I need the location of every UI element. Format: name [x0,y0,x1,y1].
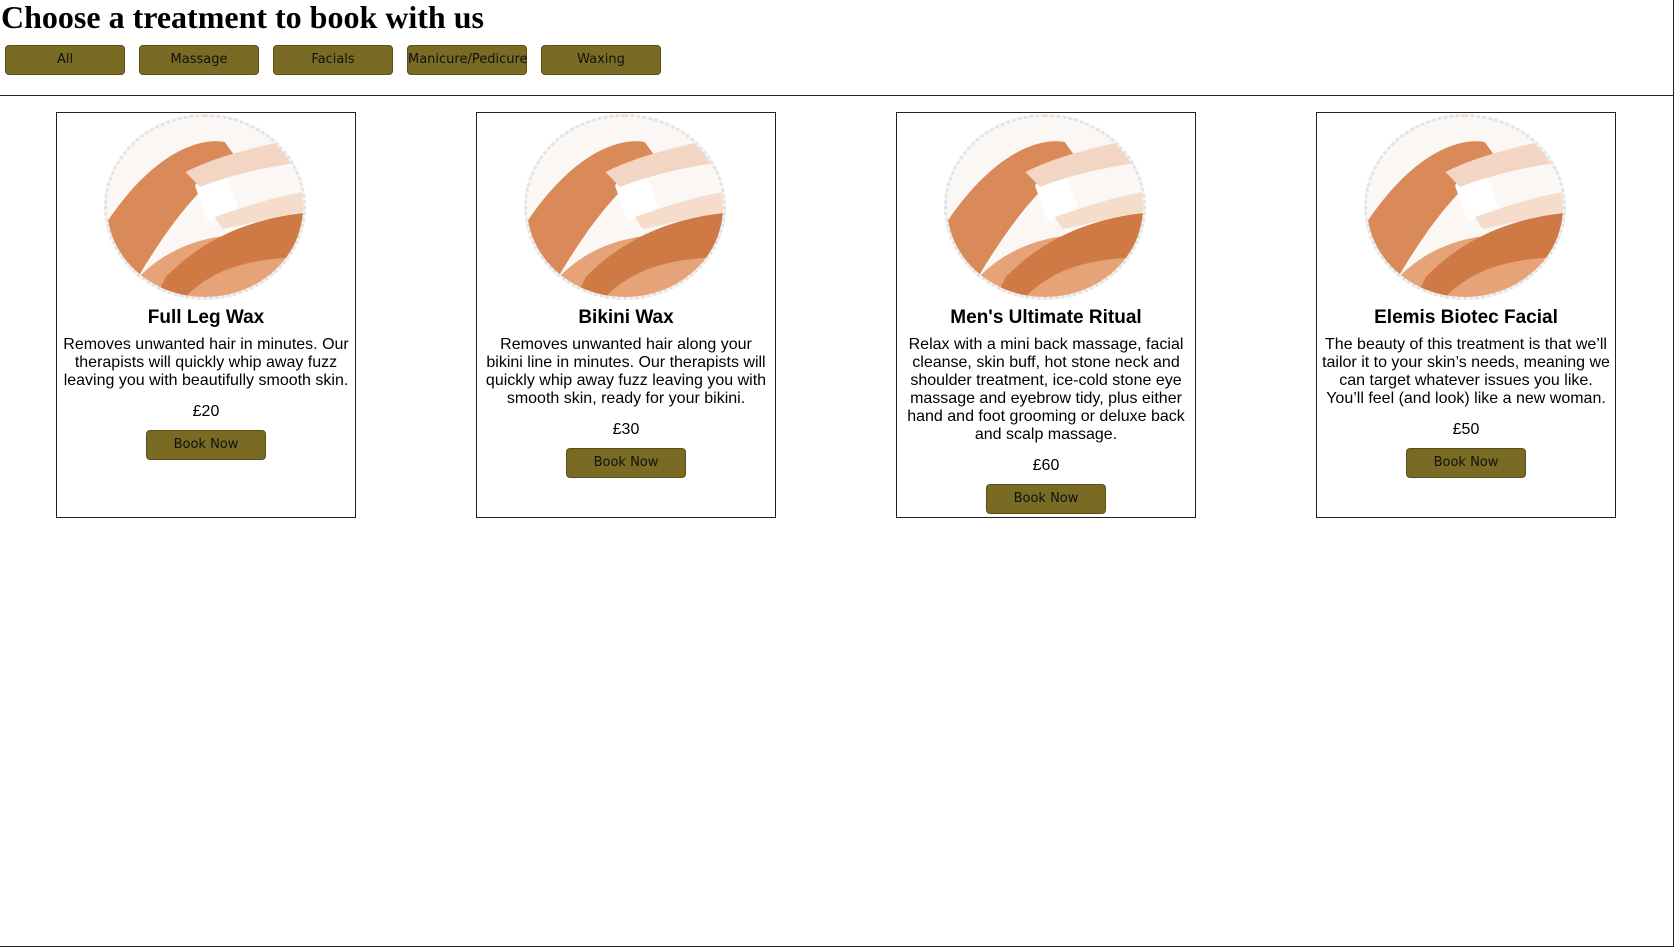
card-footer: £30 Book Now [477,421,775,478]
card-footer: £50 Book Now [1317,421,1615,478]
header-divider [0,95,1674,96]
treatment-card: Men's Ultimate Ritual Relax with a mini … [896,112,1196,518]
leg-wax-image [944,114,1146,300]
card-footer: £20 Book Now [57,403,355,460]
treatment-description: Removes unwanted hair along your bikini … [485,336,767,407]
treatment-name: Full Leg Wax [147,307,265,328]
treatment-card: Bikini Wax Removes unwanted hair along y… [476,112,776,518]
filter-facials-button[interactable]: Facials [273,45,393,75]
filter-waxing-button[interactable]: Waxing [541,45,661,75]
treatment-description: The beauty of this treatment is that we’… [1322,336,1610,407]
book-now-button[interactable]: Book Now [1406,448,1526,478]
treatment-name: Bikini Wax [578,307,674,328]
treatment-price: £60 [1032,457,1060,474]
page-title: Choose a treatment to book with us [1,0,484,35]
leg-wax-image [1364,114,1566,300]
book-now-button[interactable]: Book Now [146,430,266,460]
treatment-price: £50 [1452,421,1480,438]
treatment-card: Full Leg Wax Removes unwanted hair in mi… [56,112,356,518]
card-footer: £60 Book Now [897,457,1195,514]
filter-massage-button[interactable]: Massage [139,45,259,75]
treatment-name: Men's Ultimate Ritual [950,307,1142,328]
treatment-description: Removes unwanted hair in minutes. Our th… [63,336,349,389]
leg-wax-image [104,114,306,300]
book-now-button[interactable]: Book Now [566,448,686,478]
treatment-price: £20 [192,403,220,420]
filter-manicure-pedicure-button[interactable]: Manicure/Pedicure [407,45,528,75]
filter-all-button[interactable]: All [5,45,125,75]
treatment-description: Relax with a mini back massage, facial c… [907,336,1185,443]
leg-wax-image [524,114,726,300]
treatment-name: Elemis Biotec Facial [1374,307,1558,328]
book-now-button[interactable]: Book Now [986,484,1106,514]
treatment-price: £30 [612,421,640,438]
treatment-card: Elemis Biotec Facial The beauty of this … [1316,112,1616,518]
